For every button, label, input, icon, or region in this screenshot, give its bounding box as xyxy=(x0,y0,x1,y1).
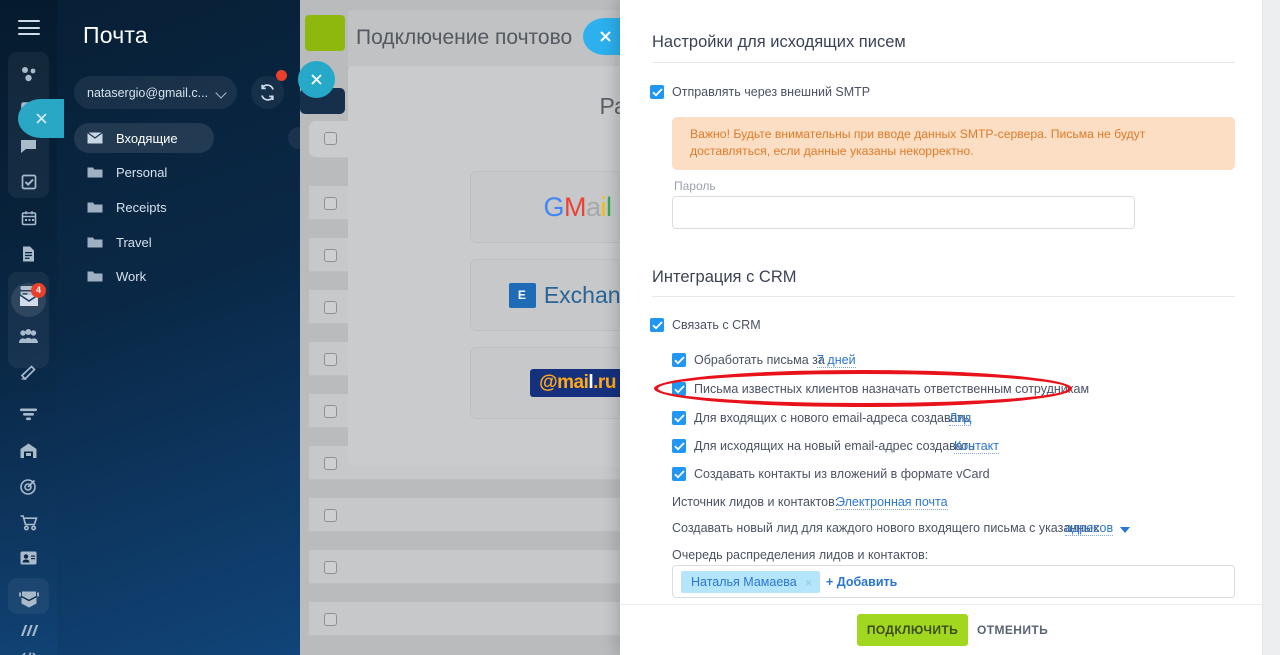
process-days-link[interactable]: 7 дней xyxy=(817,353,856,368)
sidebar-item-receipts[interactable]: Receipts xyxy=(74,192,214,222)
chevron-down-icon xyxy=(215,87,227,99)
sync-button[interactable] xyxy=(251,76,284,109)
smtp-checkbox-label: Отправлять через внешний SMTP xyxy=(672,85,871,99)
sidebar-item-label: Work xyxy=(116,268,147,284)
option-checkbox-process-days[interactable] xyxy=(672,353,686,367)
documents-icon[interactable] xyxy=(8,236,49,272)
row-checkbox[interactable] xyxy=(324,197,337,210)
warehouse-icon[interactable] xyxy=(8,432,49,468)
divider xyxy=(652,62,1235,63)
link-crm-label: Связать с CRM xyxy=(672,318,761,332)
row-checkbox[interactable] xyxy=(324,132,337,145)
compose-button-dimmed[interactable] xyxy=(305,15,345,51)
warning-text: Важно! Будьте внимательны при вводе данн… xyxy=(690,127,1146,158)
code-icon[interactable] xyxy=(8,640,49,655)
caret-down-icon[interactable] xyxy=(1120,527,1130,533)
signature-icon[interactable] xyxy=(8,354,49,390)
remove-x-icon[interactable]: × xyxy=(805,575,813,590)
sidebar-item-travel[interactable]: Travel xyxy=(74,227,214,257)
source-label: Источник лидов и контактов: xyxy=(672,495,839,509)
contacts-icon[interactable] xyxy=(8,540,49,576)
section-title-crm: Интеграция с CRM xyxy=(652,268,797,286)
sidebar-item-label: Receipts xyxy=(116,199,167,215)
smtp-checkbox[interactable] xyxy=(650,85,664,99)
row-checkbox[interactable] xyxy=(324,509,337,522)
gmail-logo: GMail xyxy=(543,191,612,222)
folder-icon xyxy=(87,270,105,283)
calendar-icon[interactable] xyxy=(8,200,49,236)
sidebar-item-label: Входящие xyxy=(116,130,178,146)
lead-link[interactable]: Лид xyxy=(949,411,972,426)
account-email: natasergio@gmail.c... xyxy=(87,85,209,100)
folder-icon xyxy=(87,166,105,179)
row-checkbox[interactable] xyxy=(324,353,337,366)
group-icon[interactable] xyxy=(8,318,49,354)
mail-badge: 4 xyxy=(31,283,46,298)
warning-banner: Важно! Будьте внимательны при вводе данн… xyxy=(672,117,1235,170)
row-checkbox[interactable] xyxy=(324,457,337,470)
tag-label: Наталья Мамаева xyxy=(691,575,797,589)
page-title: Почта xyxy=(83,22,148,48)
table-row[interactable] xyxy=(309,550,639,584)
close-icon[interactable] xyxy=(18,99,64,138)
background-modal: Подключение почтово Раб GMail EExchange … xyxy=(348,10,685,466)
network-icon[interactable] xyxy=(8,56,49,92)
queue-tag-input[interactable]: Наталья Мамаева × + Добавить xyxy=(672,565,1235,598)
window-edge-strip xyxy=(1262,0,1280,655)
contact-link[interactable]: Контакт xyxy=(954,439,1000,454)
envelope-icon xyxy=(87,132,105,144)
row-checkbox[interactable] xyxy=(324,405,337,418)
tag-chip[interactable]: Наталья Мамаева × xyxy=(681,571,821,593)
password-field[interactable] xyxy=(672,196,1135,229)
option-checkbox-vcard[interactable] xyxy=(672,467,686,481)
row-checkbox[interactable] xyxy=(324,561,337,574)
tasks-icon[interactable] xyxy=(8,164,49,200)
sidebar-item-work[interactable]: Work xyxy=(74,261,214,291)
row-checkbox[interactable] xyxy=(324,249,337,262)
new-lead-label: Создавать новый лид для каждого нового в… xyxy=(672,521,1100,535)
funnel-icon[interactable] xyxy=(8,396,49,432)
hamburger-menu-icon[interactable] xyxy=(18,20,40,35)
mail-sidebar: Почта natasergio@gmail.c... Входящие Per… xyxy=(57,0,330,655)
option-label: Создавать контакты из вложений в формате… xyxy=(694,467,990,481)
option-checkbox-outgoing-contact[interactable] xyxy=(672,439,686,453)
app-window: 4 Почта natasergio@gmail.c... Входящие P… xyxy=(0,0,1280,655)
queue-label: Очередь распределения лидов и контактов: xyxy=(672,548,929,562)
option-label: Для входящих с нового email-адреса созда… xyxy=(694,411,970,425)
cancel-button[interactable]: ОТМЕНИТЬ xyxy=(977,623,1048,637)
option-label: Для исходящих на новый email-адрес созда… xyxy=(694,439,975,453)
option-checkbox-assign-responsible[interactable] xyxy=(672,382,686,396)
folder-icon xyxy=(87,201,105,214)
option-label: Письма известных клиентов назначать отве… xyxy=(694,382,1090,396)
cart-icon[interactable] xyxy=(8,504,49,540)
link-crm-checkbox[interactable] xyxy=(650,318,664,332)
modal-body: Раб GMail EExchange @mail.ru xyxy=(348,66,685,466)
sidebar-item-personal[interactable]: Personal xyxy=(74,157,214,187)
folder-icon xyxy=(87,236,105,249)
modal-title: Подключение почтово xyxy=(356,26,573,49)
sidebar-item-label: Travel xyxy=(116,234,152,250)
section-title-outgoing: Настройки для исходящих писем xyxy=(652,33,906,51)
mailru-logo: @mail.ru xyxy=(530,369,625,397)
table-row[interactable] xyxy=(309,498,639,532)
row-checkbox[interactable] xyxy=(324,301,337,314)
add-button[interactable]: + Добавить xyxy=(826,575,897,589)
source-value-link[interactable]: Электронная почта xyxy=(836,495,948,510)
sidebar-item-inbox[interactable]: Входящие xyxy=(74,123,214,153)
account-selector[interactable]: natasergio@gmail.c... xyxy=(74,76,237,109)
option-label: Обработать письма за xyxy=(694,353,825,367)
addresses-link[interactable]: адресов xyxy=(1065,521,1114,536)
connect-button[interactable]: ПОДКЛЮЧИТЬ xyxy=(857,614,968,646)
option-checkbox-incoming-lead[interactable] xyxy=(672,411,686,425)
sync-refresh-icon xyxy=(261,84,274,101)
table-row[interactable] xyxy=(309,602,639,636)
target-icon[interactable] xyxy=(8,468,49,504)
close-icon[interactable] xyxy=(298,61,335,98)
divider xyxy=(652,296,1235,297)
sidebar-item-label: Personal xyxy=(116,164,168,180)
row-checkbox[interactable] xyxy=(324,613,337,626)
mail-icon[interactable]: 4 xyxy=(8,282,49,318)
password-label: Пароль xyxy=(674,179,716,193)
